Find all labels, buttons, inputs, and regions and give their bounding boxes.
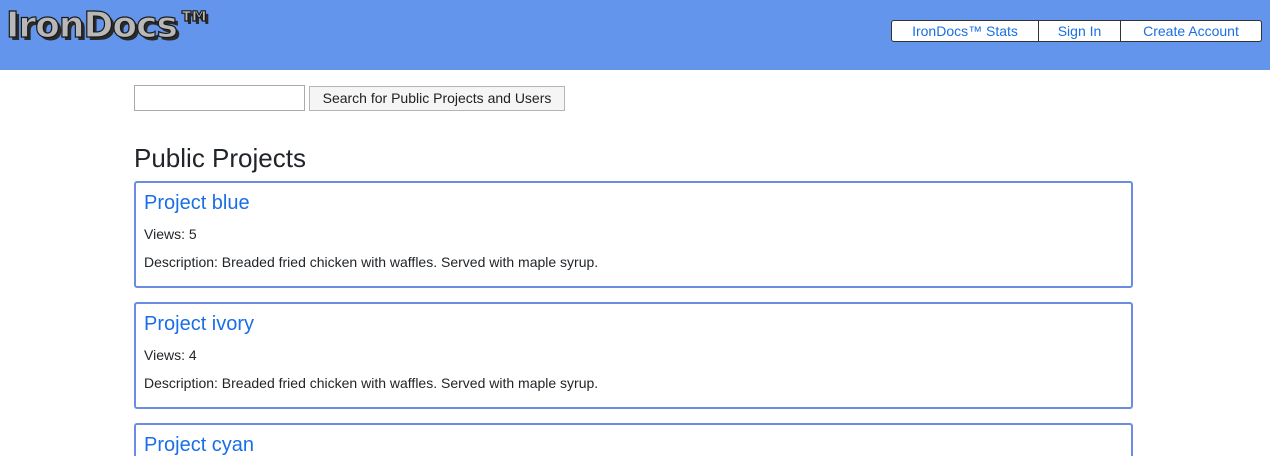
project-title-link[interactable]: Project blue: [144, 191, 250, 215]
project-description: Description: Breaded fried chicken with …: [144, 254, 599, 270]
create-account-button[interactable]: Create Account: [1121, 20, 1262, 42]
project-card: Project cyan: [134, 423, 1133, 456]
stats-button[interactable]: IronDocs™ Stats: [891, 20, 1039, 42]
project-title-link[interactable]: Project cyan: [144, 433, 254, 457]
page-title: Public Projects: [134, 143, 306, 173]
search-button[interactable]: Search for Public Projects and Users: [309, 86, 565, 111]
project-views: Views: 4: [144, 347, 197, 363]
sign-in-button[interactable]: Sign In: [1039, 20, 1121, 42]
top-header: IronDocs™ IronDocs™ Stats Sign In Create…: [0, 0, 1270, 70]
project-title-link[interactable]: Project ivory: [144, 312, 254, 336]
project-description: Description: Breaded fried chicken with …: [144, 375, 599, 391]
project-views: Views: 5: [144, 226, 197, 242]
project-card: Project ivory Views: 4 Description: Brea…: [134, 302, 1133, 409]
irondocs-logo[interactable]: IronDocs™: [5, 5, 213, 46]
search-input[interactable]: [134, 85, 305, 111]
header-nav: IronDocs™ Stats Sign In Create Account: [891, 20, 1262, 42]
project-card: Project blue Views: 5 Description: Bread…: [134, 181, 1133, 288]
